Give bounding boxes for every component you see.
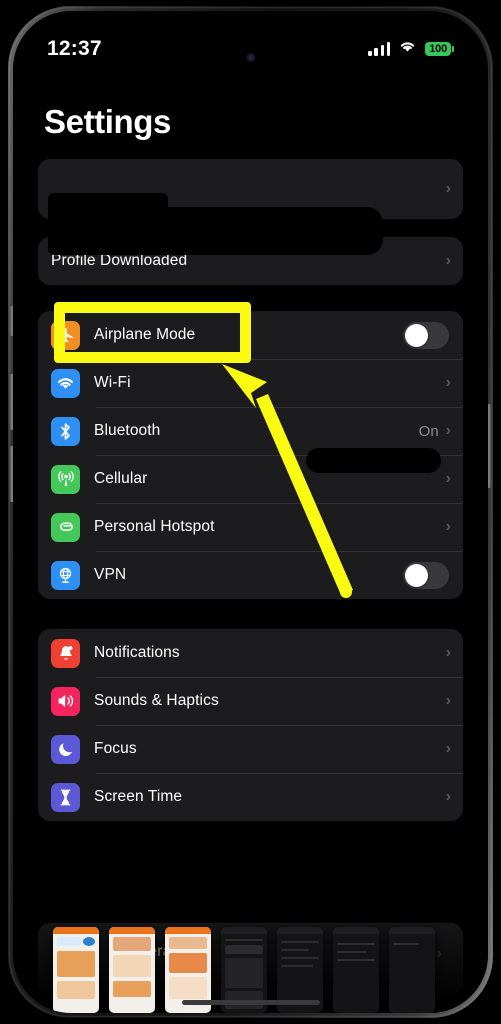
vpn-toggle[interactable] — [403, 561, 449, 589]
phone-screen: 12:37 100 Settings › Profile Downloaded … — [13, 11, 488, 1013]
settings-scroll-view[interactable]: Settings › Profile Downloaded › Airplane… — [13, 11, 488, 1013]
vpn-globe-icon — [51, 560, 80, 590]
hotspot-icon — [51, 512, 80, 542]
chevron-right-icon: › — [445, 470, 451, 487]
cellular-bars-icon — [368, 42, 391, 56]
settings-row-label: Screen Time — [94, 788, 183, 805]
chevron-right-icon: › — [445, 692, 451, 709]
settings-row-label: Personal Hotspot — [94, 518, 215, 535]
moon-icon — [51, 734, 80, 764]
settings-row-vpn[interactable]: VPN — [38, 551, 463, 599]
wifi-icon — [51, 368, 80, 398]
redaction-block-account-name — [53, 207, 383, 255]
status-bar: 12:37 100 — [13, 11, 488, 69]
chevron-right-icon: › — [445, 740, 451, 757]
chevron-right-icon: › — [445, 518, 451, 535]
settings-row-label: Bluetooth — [94, 422, 161, 439]
speaker-icon — [51, 686, 80, 716]
cellular-icon — [51, 464, 80, 494]
thumbnail-item[interactable] — [109, 927, 155, 1013]
chevron-right-icon: › — [445, 180, 451, 197]
chevron-right-icon: › — [445, 374, 451, 391]
wifi-icon — [399, 40, 416, 58]
settings-row-label: Airplane Mode — [94, 326, 196, 343]
settings-row-notifications[interactable]: Notifications › — [38, 629, 463, 677]
settings-row-screen-time[interactable]: Screen Time › — [38, 773, 463, 821]
thumbnail-item[interactable] — [389, 927, 435, 1013]
page-title: Settings — [44, 103, 171, 140]
battery-icon: 100 — [425, 42, 454, 56]
chevron-right-icon: › — [445, 252, 451, 269]
bell-icon — [51, 638, 80, 668]
airplane-mode-toggle[interactable] — [403, 321, 449, 349]
settings-row-label: VPN — [94, 566, 127, 583]
settings-row-label: Notifications — [94, 644, 180, 661]
settings-row-label: Sounds & Haptics — [94, 692, 219, 709]
bluetooth-value: On — [418, 422, 439, 440]
thumbnail-strip[interactable] — [13, 909, 488, 1013]
thumbnail-item[interactable] — [53, 927, 99, 1013]
settings-row-personal-hotspot[interactable]: Personal Hotspot › — [38, 503, 463, 551]
chevron-right-icon: › — [445, 644, 451, 661]
settings-row-label: Wi-Fi — [94, 374, 131, 391]
chevron-right-icon: › — [445, 788, 451, 805]
settings-row-wifi[interactable]: Wi-Fi › — [38, 359, 463, 407]
airplane-icon — [51, 320, 80, 350]
status-bar-time: 12:37 — [47, 37, 102, 60]
settings-row-airplane-mode[interactable]: Airplane Mode — [38, 311, 463, 359]
chevron-right-icon: › — [445, 422, 451, 439]
battery-cap — [452, 46, 454, 52]
hourglass-icon — [51, 782, 80, 812]
thumbnail-item[interactable] — [333, 927, 379, 1013]
redaction-block-wifi-network — [306, 448, 441, 473]
phone-frame: 12:37 100 Settings › Profile Downloaded … — [8, 6, 493, 1018]
battery-level-label: 100 — [425, 42, 451, 56]
settings-row-sounds-haptics[interactable]: Sounds & Haptics › — [38, 677, 463, 725]
home-indicator — [181, 1000, 320, 1005]
bluetooth-icon — [51, 416, 80, 446]
alerts-card: Notifications › Sounds & Haptics › Focus… — [38, 629, 463, 821]
settings-row-focus[interactable]: Focus › — [38, 725, 463, 773]
settings-row-label: Focus — [94, 740, 137, 757]
status-bar-indicators: 100 — [368, 40, 454, 58]
